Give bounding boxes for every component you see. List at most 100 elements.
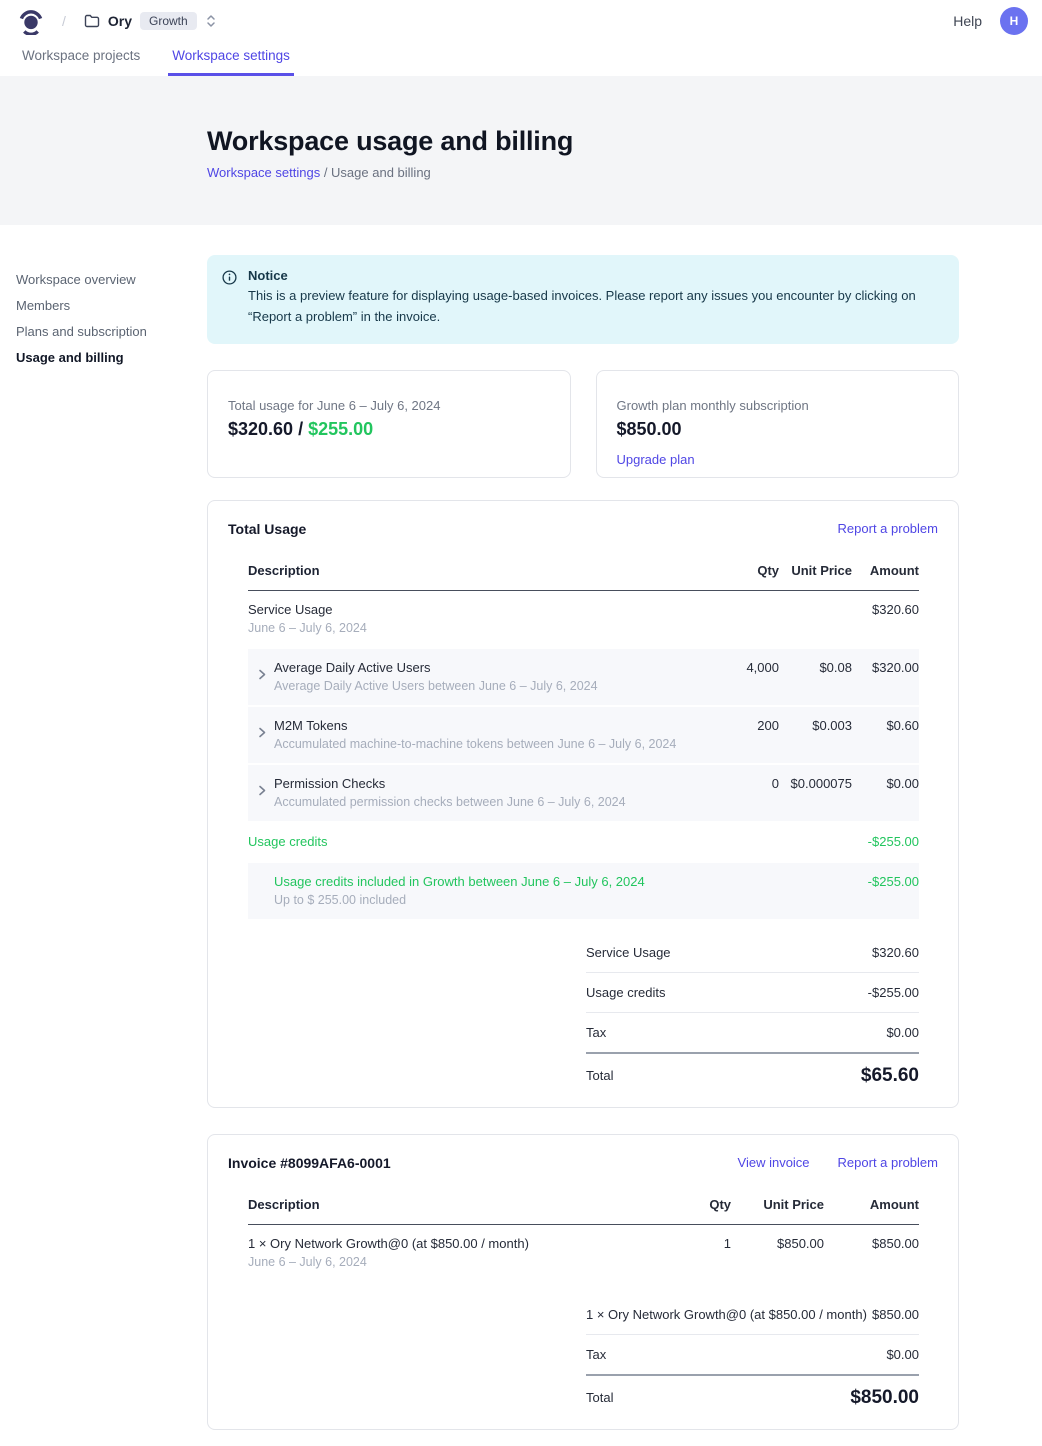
summary-total-row: Total $65.60	[586, 1054, 919, 1089]
notice-body: This is a preview feature for displaying…	[248, 286, 938, 328]
view-invoice-link[interactable]: View invoice	[738, 1155, 810, 1170]
tab-workspace-settings[interactable]: Workspace settings	[168, 48, 294, 76]
top-bar: / Ory Growth Help H	[0, 0, 1042, 42]
usage-credit-value: $255.00	[308, 419, 373, 439]
table-row: Usage credits included in Growth between…	[248, 863, 919, 919]
notice-title: Notice	[248, 268, 938, 283]
row-description: 1 × Ory Network Growth@0 (at $850.00 / m…	[248, 1236, 646, 1269]
summary-row: Tax $0.00	[586, 1335, 919, 1376]
chevron-right-icon[interactable]	[257, 783, 267, 801]
row-title: Average Daily Active Users	[274, 660, 699, 675]
preview-notice: Notice This is a preview feature for dis…	[207, 255, 959, 344]
row-qty: 200	[699, 718, 779, 733]
summary-value: $0.00	[886, 1025, 919, 1040]
plan-badge: Growth	[140, 12, 197, 30]
settings-sidenav: Workspace overview Members Plans and subsc…	[0, 225, 207, 1446]
column-header-unit-price: Unit Price	[779, 563, 852, 578]
user-avatar[interactable]: H	[1000, 7, 1028, 35]
invoice-report-problem-link[interactable]: Report a problem	[838, 1155, 938, 1170]
invoice-title: Invoice #8099AFA6-0001	[228, 1155, 710, 1171]
row-title: Permission Checks	[274, 776, 699, 791]
table-row: Permission Checks Accumulated permission …	[248, 765, 919, 821]
row-amount: $320.00	[852, 660, 919, 675]
column-header-qty: Qty	[646, 1197, 731, 1212]
breadcrumb: Workspace settings / Usage and billing	[207, 165, 1042, 180]
upgrade-plan-link[interactable]: Upgrade plan	[617, 452, 695, 467]
row-unit-price: $0.000075	[779, 776, 852, 791]
plan-card: Growth plan monthly subscription $850.00…	[596, 370, 960, 478]
table-row: Service UsageJune 6 – July 6, 2024 $320.6…	[248, 591, 919, 647]
page-title: Workspace usage and billing	[207, 126, 1042, 156]
sidebar-item-workspace-overview[interactable]: Workspace overview	[16, 273, 207, 287]
row-title: Usage credits included in Growth between…	[274, 874, 699, 889]
summary-label: Usage credits	[586, 985, 665, 1000]
total-usage-title: Total Usage	[228, 521, 810, 537]
total-value: $850.00	[850, 1387, 919, 1409]
total-label: Total	[586, 1390, 613, 1405]
column-header-amount: Amount	[852, 563, 919, 578]
summary-value: -$255.00	[868, 985, 919, 1000]
workspace-switcher[interactable]: Ory Growth	[84, 12, 217, 30]
sidebar-item-usage-and-billing[interactable]: Usage and billing	[16, 351, 207, 365]
breadcrumb-link[interactable]: Workspace settings	[207, 165, 320, 180]
summary-label: Tax	[586, 1025, 606, 1040]
summary-row: Service Usage $320.60	[586, 933, 919, 973]
total-value: $65.60	[861, 1065, 919, 1087]
column-header-amount: Amount	[824, 1197, 919, 1212]
chevron-right-icon[interactable]	[257, 667, 267, 685]
row-amount: -$255.00	[852, 834, 919, 849]
row-amount: $0.00	[852, 776, 919, 791]
summary-row: Tax $0.00	[586, 1013, 919, 1054]
row-subtitle: Accumulated permission checks between Ju…	[274, 795, 699, 809]
tab-workspace-projects[interactable]: Workspace projects	[18, 48, 144, 76]
updown-chevron-icon[interactable]	[205, 13, 217, 29]
workspace-tabs: Workspace projects Workspace settings	[0, 42, 1042, 76]
row-amount: -$255.00	[852, 874, 919, 889]
row-subtitle: Up to $ 255.00 included	[274, 893, 699, 907]
row-qty: 4,000	[699, 660, 779, 675]
table-row: Average Daily Active Users Average Daily …	[248, 649, 919, 705]
total-usage-panel: Total Usage Report a problem Description…	[207, 500, 959, 1108]
sidebar-item-plans-and-subscription[interactable]: Plans and subscription	[16, 325, 207, 339]
row-description: Average Daily Active Users Average Daily …	[248, 660, 699, 693]
total-label: Total	[586, 1068, 613, 1083]
plan-card-value: $850.00	[617, 419, 939, 440]
ory-logo-icon[interactable]	[18, 8, 44, 35]
summary-label: 1 × Ory Network Growth@0 (at $850.00 / m…	[586, 1307, 867, 1322]
row-description: Usage credits	[248, 834, 699, 849]
chevron-right-icon[interactable]	[257, 725, 267, 743]
main-content: Notice This is a preview feature for dis…	[207, 225, 959, 1446]
summary-value: $0.00	[886, 1347, 919, 1362]
usage-card-value: $320.60 / $255.00	[228, 419, 550, 440]
column-header-unit-price: Unit Price	[731, 1197, 824, 1212]
summary-value: $320.60	[872, 945, 919, 960]
total-usage-card: Total usage for June 6 – July 6, 2024 $3…	[207, 370, 571, 478]
column-header-description: Description	[248, 563, 699, 578]
row-description: Permission Checks Accumulated permission …	[248, 776, 699, 809]
table-row: M2M TokensAccumulated machine-to-machine…	[248, 707, 919, 763]
report-problem-link[interactable]: Report a problem	[838, 521, 938, 536]
row-qty: 0	[699, 776, 779, 791]
row-unit-price: $0.08	[779, 660, 852, 675]
summary-label: Tax	[586, 1347, 606, 1362]
info-icon	[222, 270, 237, 328]
row-amount: $320.60	[852, 602, 919, 617]
row-title: Usage credits	[248, 834, 699, 849]
invoice-summary: 1 × Ory Network Growth@0 (at $850.00 / m…	[586, 1295, 919, 1411]
row-subtitle: June 6 – July 6, 2024	[248, 1255, 646, 1269]
row-description: Service UsageJune 6 – July 6, 2024	[248, 602, 699, 635]
row-unit-price: $850.00	[731, 1236, 824, 1251]
summary-label: Service Usage	[586, 945, 671, 960]
column-header-qty: Qty	[699, 563, 779, 578]
row-title: Service Usage	[248, 602, 699, 617]
row-subtitle: Accumulated machine-to-machine tokens be…	[274, 737, 699, 751]
plan-card-label: Growth plan monthly subscription	[617, 398, 939, 413]
table-row: 1 × Ory Network Growth@0 (at $850.00 / m…	[248, 1225, 919, 1281]
column-header-description: Description	[248, 1197, 646, 1212]
page-header: Workspace usage and billing Workspace se…	[0, 76, 1042, 225]
row-amount: $850.00	[824, 1236, 919, 1251]
row-subtitle: Average Daily Active Users between June …	[274, 679, 699, 693]
sidebar-item-members[interactable]: Members	[16, 299, 207, 313]
invoice-panel: Invoice #8099AFA6-0001 View invoice Repo…	[207, 1134, 959, 1430]
help-link[interactable]: Help	[953, 13, 982, 29]
